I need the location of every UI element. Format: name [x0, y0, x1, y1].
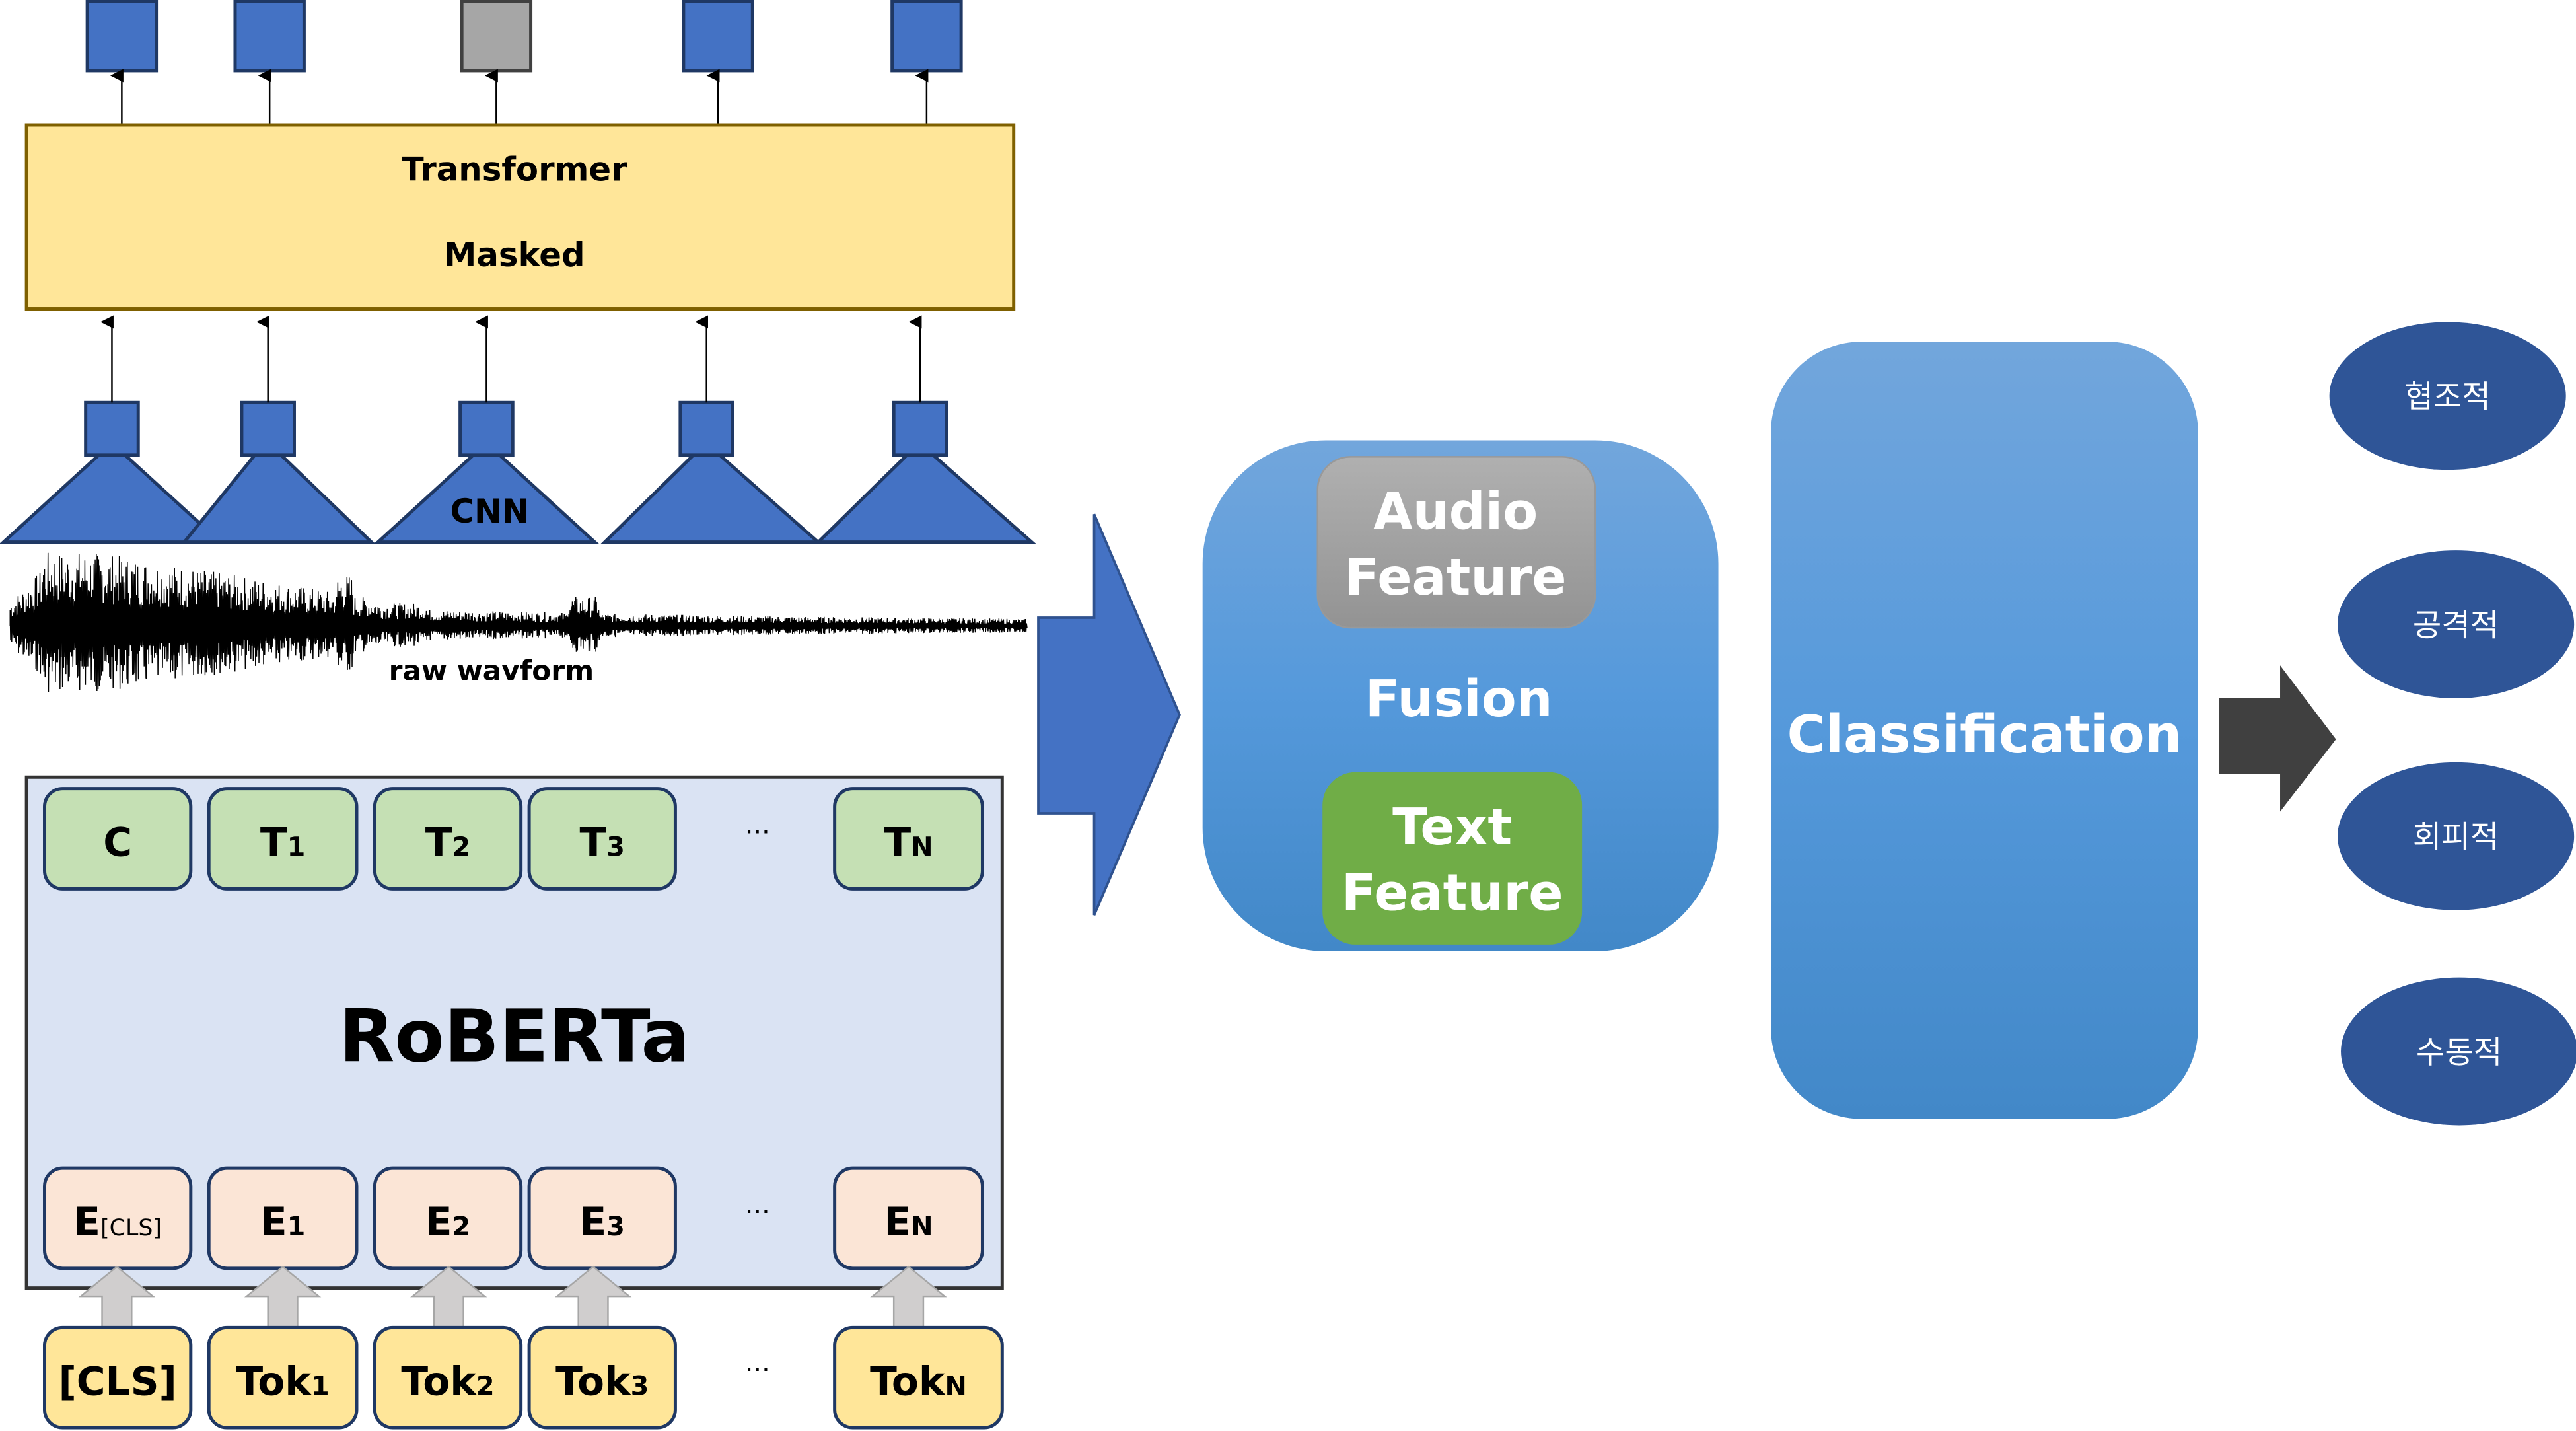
output-embedding-label: C	[103, 821, 132, 866]
class-outputs: 협조적공격적회피적수동적	[2329, 322, 2576, 1126]
cnn-triangle	[180, 453, 376, 544]
fusion-block: Audio Feature Fusion Text Feature	[1202, 440, 1719, 951]
classification-label: Classification	[1787, 704, 2182, 765]
cnn-feature	[84, 400, 140, 457]
text-feature-line1: Text	[1392, 797, 1512, 857]
roberta-label: RoBERTa	[339, 994, 690, 1078]
audio-feature-line1: Audio	[1373, 482, 1538, 542]
cnn-label: CNN	[450, 492, 530, 531]
text-feature-line2: Feature	[1342, 863, 1563, 923]
cnn-feature	[240, 400, 296, 457]
diagram: Transformer Masked CNN raw wavform RoBER…	[0, 0, 2576, 1430]
cnn-triangle	[600, 453, 823, 544]
class-label: 회피적	[2413, 819, 2499, 856]
class-label: 공격적	[2413, 607, 2499, 643]
transformer-title: Transformer	[402, 151, 627, 189]
text-branch: RoBERTa C T1 T2 T3 TNE[CLS] E1 E2 E3 EN[CLS] Tok1…	[24, 775, 1004, 1430]
input-token-label: [CLS]	[58, 1359, 176, 1405]
ellipsis: ···	[745, 1354, 770, 1385]
cnn-feature	[892, 400, 948, 457]
ellipsis: ···	[745, 1197, 770, 1228]
cnn-feature	[678, 400, 734, 457]
class-label: 수동적	[2416, 1035, 2502, 1071]
output-token	[233, 0, 306, 73]
audio-branch: Transformer Masked CNN raw wavform	[0, 0, 1036, 692]
right-arrow-icon	[2219, 665, 2336, 812]
cnn-triangle	[814, 453, 1036, 544]
ellipsis: ···	[745, 817, 770, 848]
output-token	[85, 0, 159, 73]
waveform-label: raw wavform	[389, 655, 594, 687]
cnn-triangle	[0, 453, 225, 544]
output-token	[682, 0, 754, 73]
output-token	[890, 0, 963, 73]
cnn-feature	[458, 400, 515, 457]
right-arrow-icon	[1037, 513, 1181, 916]
audio-feature-line2: Feature	[1345, 548, 1567, 607]
transformer-outputs	[85, 0, 963, 124]
fusion-label: Fusion	[1365, 669, 1553, 729]
transformer-subtitle: Masked	[444, 236, 585, 274]
masked-output-token	[460, 0, 533, 73]
class-label: 협조적	[2404, 379, 2490, 416]
